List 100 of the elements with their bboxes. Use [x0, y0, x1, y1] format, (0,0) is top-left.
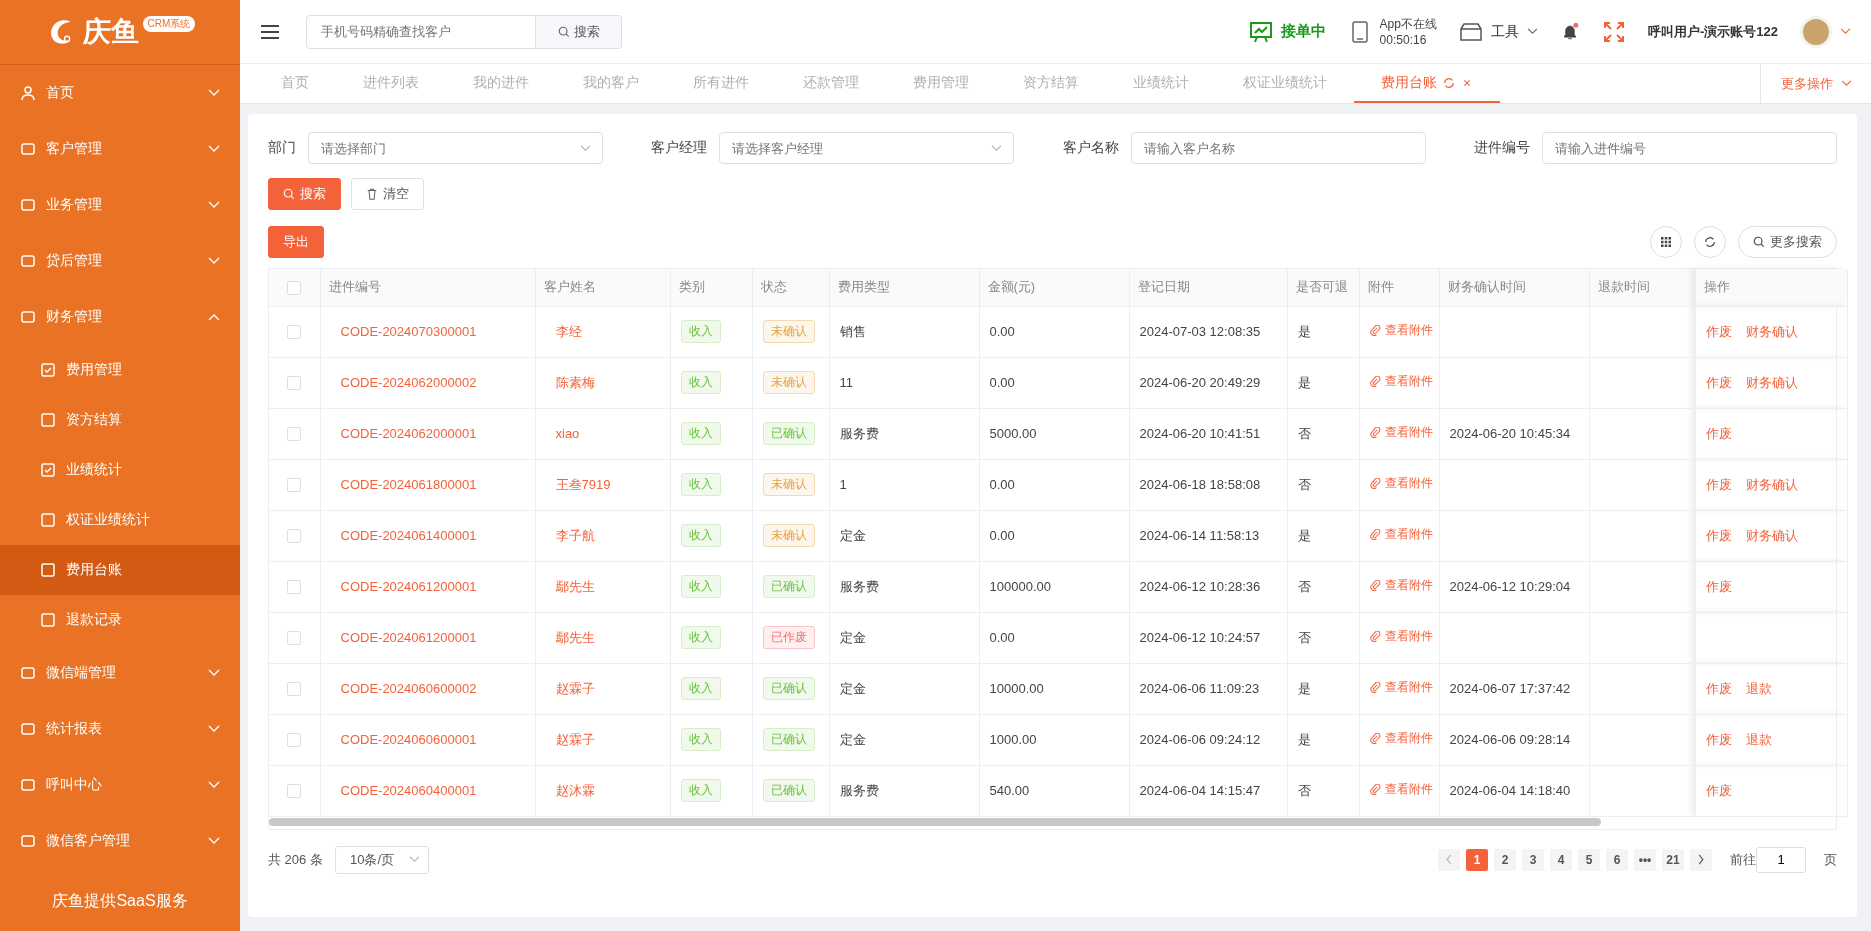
attachment-link[interactable]: 查看附件	[1369, 629, 1433, 644]
action-link[interactable]: 退款	[1745, 680, 1772, 696]
sidebar-item[interactable]: 微信端管理	[0, 645, 240, 701]
page-button[interactable]: •••	[1634, 848, 1656, 871]
attachment-link[interactable]: 查看附件	[1369, 425, 1433, 440]
attachment-link[interactable]: 查看附件	[1369, 731, 1433, 746]
sidebar-item[interactable]: 微信客户管理	[0, 813, 240, 869]
select-field[interactable]: 请选择部门	[308, 132, 603, 164]
checkbox[interactable]	[287, 478, 302, 493]
sidebar-subitem[interactable]: 费用台账	[0, 545, 240, 595]
attachment-link[interactable]: 查看附件	[1369, 374, 1433, 389]
tab[interactable]: 权证业绩统计	[1216, 64, 1354, 103]
page-button[interactable]: 1	[1466, 848, 1488, 871]
fullscreen-icon[interactable]	[1601, 19, 1626, 44]
code-link[interactable]: CODE-2024061200001	[340, 578, 477, 594]
sidebar-subitem[interactable]: 资方结算	[0, 395, 240, 445]
action-link[interactable]: 作废	[1705, 527, 1732, 543]
search-button[interactable]: 搜索	[268, 178, 341, 210]
customer-link[interactable]: 鄢先生	[555, 578, 595, 594]
code-link[interactable]: CODE-2024061200001	[340, 629, 477, 645]
checkbox[interactable]	[287, 325, 302, 340]
code-link[interactable]: CODE-2024060600001	[340, 731, 477, 747]
page-button[interactable]: 21	[1662, 848, 1684, 871]
grid-button[interactable]	[1650, 226, 1682, 258]
tab[interactable]: 费用台账	[1354, 64, 1500, 103]
sidebar-subitem[interactable]: 退款记录	[0, 595, 240, 645]
customer-link[interactable]: 李经	[555, 323, 582, 339]
action-link[interactable]: 财务确认	[1745, 527, 1798, 543]
tab[interactable]: 首页	[254, 64, 336, 103]
customer-link[interactable]: 赵霖子	[555, 731, 595, 747]
checkbox[interactable]	[287, 580, 302, 595]
tab[interactable]: 还款管理	[776, 64, 886, 103]
prev-page-button[interactable]	[1438, 848, 1460, 871]
code-link[interactable]: CODE-2024061800001	[340, 476, 477, 492]
tab[interactable]: 我的进件	[446, 64, 556, 103]
tools-menu[interactable]: 工具	[1490, 22, 1519, 41]
action-link[interactable]: 作废	[1705, 680, 1732, 696]
order-status[interactable]: 接单中	[1280, 22, 1326, 41]
action-link[interactable]: 作废	[1705, 425, 1732, 441]
code-link[interactable]: CODE-2024062000002	[340, 374, 477, 390]
page-button[interactable]: 6	[1606, 848, 1628, 871]
attachment-link[interactable]: 查看附件	[1369, 323, 1433, 338]
action-link[interactable]: 作废	[1705, 323, 1732, 339]
tab[interactable]: 我的客户	[556, 64, 666, 103]
page-button[interactable]: 4	[1550, 848, 1572, 871]
page-button[interactable]: 3	[1522, 848, 1544, 871]
action-link[interactable]: 财务确认	[1745, 476, 1798, 492]
customer-link[interactable]: 李子航	[555, 527, 595, 543]
select-field[interactable]: 请选择客户经理	[719, 132, 1015, 164]
attachment-link[interactable]: 查看附件	[1369, 680, 1433, 695]
input-field[interactable]: 请输入进件编号	[1542, 132, 1837, 164]
customer-link[interactable]: 赵沐霖	[555, 782, 595, 798]
attachment-link[interactable]: 查看附件	[1369, 578, 1433, 593]
code-link[interactable]: CODE-2024070300001	[340, 323, 477, 339]
checkbox[interactable]	[287, 631, 302, 646]
sidebar-item[interactable]: 首页	[0, 65, 240, 121]
checkbox[interactable]	[287, 784, 302, 799]
checkbox[interactable]	[287, 529, 302, 544]
code-link[interactable]: CODE-2024060400001	[340, 782, 477, 798]
action-link[interactable]: 作废	[1705, 782, 1732, 798]
more-actions-menu[interactable]: 更多操作	[1760, 64, 1871, 103]
checkbox[interactable]	[287, 376, 302, 391]
attachment-link[interactable]: 查看附件	[1369, 782, 1433, 797]
action-link[interactable]: 作废	[1705, 476, 1732, 492]
page-button[interactable]: 5	[1578, 848, 1600, 871]
customer-link[interactable]: 鄢先生	[555, 629, 595, 645]
user-name[interactable]: 呼叫用户-演示账号122	[1647, 22, 1778, 41]
tab[interactable]: 进件列表	[336, 64, 446, 103]
page-size-select[interactable]: 10条/页	[334, 845, 429, 874]
refresh-button[interactable]	[1694, 226, 1726, 258]
sidebar-item[interactable]: 统计报表	[0, 701, 240, 757]
checkbox[interactable]	[287, 682, 302, 697]
attachment-link[interactable]: 查看附件	[1369, 476, 1433, 491]
page-button[interactable]: 2	[1494, 848, 1516, 871]
attachment-link[interactable]: 查看附件	[1369, 527, 1433, 542]
sidebar-subitem[interactable]: 权证业绩统计	[0, 495, 240, 545]
tab[interactable]: 所有进件	[666, 64, 776, 103]
more-search-button[interactable]: 更多搜索	[1738, 226, 1837, 258]
code-link[interactable]: CODE-2024060600002	[340, 680, 477, 696]
customer-link[interactable]: 赵霖子	[555, 680, 595, 696]
tab[interactable]: 业绩统计	[1106, 64, 1216, 103]
sidebar-item[interactable]: 客户管理	[0, 121, 240, 177]
tab[interactable]: 费用管理	[886, 64, 996, 103]
refresh-icon[interactable]	[1443, 76, 1455, 89]
sidebar-subitem[interactable]: 费用管理	[0, 345, 240, 395]
action-link[interactable]: 退款	[1745, 731, 1772, 747]
action-link[interactable]: 财务确认	[1745, 374, 1798, 390]
action-link[interactable]: 财务确认	[1745, 323, 1798, 339]
sidebar-item[interactable]: 贷后管理	[0, 233, 240, 289]
action-link[interactable]: 作废	[1705, 731, 1732, 747]
sidebar-item[interactable]: 业务管理	[0, 177, 240, 233]
sidebar-item[interactable]: 财务管理	[0, 289, 240, 345]
sidebar-item[interactable]: 呼叫中心	[0, 757, 240, 813]
export-button[interactable]: 导出	[268, 226, 324, 258]
clear-button[interactable]: 清空	[351, 178, 424, 210]
code-link[interactable]: CODE-2024061400001	[340, 527, 477, 543]
checkbox[interactable]	[287, 733, 302, 748]
code-link[interactable]: CODE-2024062000001	[340, 425, 477, 441]
tab[interactable]: 资方结算	[996, 64, 1106, 103]
search-field[interactable]: 手机号码精确查找客户	[306, 14, 536, 49]
